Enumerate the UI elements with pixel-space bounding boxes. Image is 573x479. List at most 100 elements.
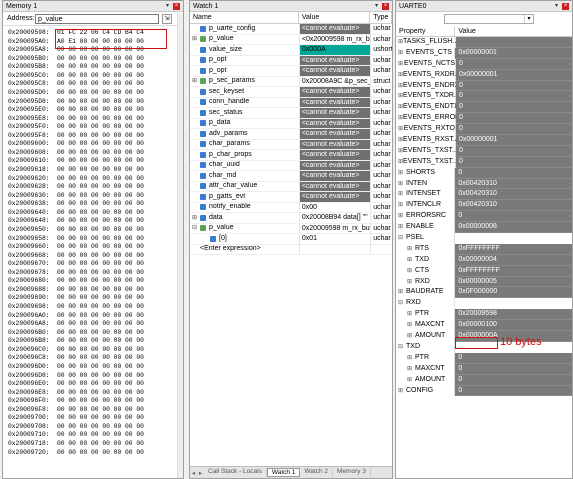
pin-icon[interactable]: ▾ [164, 3, 171, 10]
column-type[interactable]: Type [370, 12, 392, 23]
watch-row[interactable]: [0] 0x01 uchar [190, 234, 392, 245]
tab-watch-2[interactable]: Watch 2 [300, 468, 334, 477]
memory-row[interactable]: 0x20009660: 00 00 00 00 00 00 00 00 [8, 243, 183, 252]
watch-row[interactable]: value_size 0x000A ushort [190, 45, 392, 56]
memory-row[interactable]: 0x200096C8: 00 00 00 00 00 00 00 00 [8, 354, 183, 363]
collapse-icon[interactable]: ⊟ [192, 224, 200, 234]
register-row[interactable]: ⊞ EVENTS_NCTS 0 [396, 58, 572, 70]
watch-row[interactable]: adv_params <cannot evaluate> uchar [190, 129, 392, 140]
register-value[interactable]: 0 [456, 113, 572, 125]
register-row[interactable]: ⊞ EVENTS_ENDRX 0 [396, 80, 572, 92]
watch-value[interactable]: <cannot evaluate> [298, 97, 371, 107]
register-value[interactable]: 0 [456, 102, 572, 114]
expand-icon[interactable]: ⊞ [407, 277, 415, 288]
memory-row[interactable]: 0x20009628: 00 00 00 00 00 00 00 00 [8, 183, 183, 192]
memory-row[interactable]: 0x200096E0: 00 00 00 00 00 00 00 00 [8, 380, 183, 389]
register-row[interactable]: ⊞ INTENCLR 0x00420310 [396, 200, 572, 212]
memory-row[interactable]: 0x200095E0: 00 00 00 00 00 00 00 00 [8, 106, 183, 115]
register-value[interactable]: 0x00000001 [455, 47, 572, 59]
expand-icon[interactable]: ⊞ [407, 255, 415, 266]
watch-value[interactable]: 0x20008A9C &p_sec_p... [298, 76, 370, 86]
memory-row[interactable]: 0x200096F0: 00 00 00 00 00 00 00 00 [8, 397, 183, 406]
column-property[interactable]: Property [396, 26, 456, 36]
collapse-icon[interactable]: ⊟ [398, 342, 406, 353]
watch-row[interactable]: sec_keyset <cannot evaluate> uchar [190, 87, 392, 98]
watch-row[interactable]: p_opt <cannot evaluate> uchar [190, 55, 392, 66]
memory-row[interactable]: 0x20009708: 00 00 00 00 00 00 00 00 [8, 423, 183, 432]
register-value[interactable]: 0 [455, 374, 572, 386]
register-row[interactable]: ⊞ SHORTS 0 [396, 167, 572, 179]
expand-icon[interactable]: ⊞ [398, 222, 406, 233]
watch-value[interactable]: 0x000A [298, 45, 371, 55]
expand-icon[interactable]: ⊞ [398, 168, 406, 179]
memory-row[interactable]: 0x20009698: 00 00 00 00 00 00 00 00 [8, 303, 183, 312]
watch-value[interactable]: <cannot evaluate> [298, 108, 371, 118]
register-value[interactable]: 0x00420310 [455, 178, 572, 190]
watch-value[interactable]: <cannot evaluate> [298, 181, 371, 191]
register-value[interactable]: 0x20009598 [455, 309, 572, 321]
memory-row[interactable]: 0x200095E8: 00 00 00 00 00 00 00 00 [8, 115, 183, 124]
memory-row[interactable]: 0x200096F8: 00 00 00 00 00 00 00 00 [8, 406, 183, 415]
watch-row[interactable]: p_char_props <cannot evaluate> uchar [190, 150, 392, 161]
expand-icon[interactable]: ⊞ [192, 35, 200, 45]
tab-scroll-left-icon[interactable]: ◂ [190, 469, 197, 477]
expand-icon[interactable]: ⊞ [398, 179, 406, 190]
watch-value[interactable]: <cannot evaluate> [298, 55, 371, 65]
register-row[interactable]: ⊟ RXD [396, 298, 572, 310]
watch-row[interactable]: p_gatts_evt <cannot evaluate> uchar [190, 192, 392, 203]
watch-row[interactable]: ⊞ data 0x20008B94 data[] "" uchar [190, 213, 392, 224]
watch-row[interactable]: ⊞ p_value <0x20009598 m_rx_buff...uchar [190, 34, 392, 45]
register-value[interactable]: 0 [455, 211, 572, 223]
go-to-address-icon[interactable]: ⇲ [162, 13, 172, 24]
watch-row[interactable]: conn_handle <cannot evaluate> uchar [190, 97, 392, 108]
memory-row[interactable]: 0x200096D8: 00 00 00 00 00 00 00 00 [8, 372, 183, 381]
expand-icon[interactable]: ⊞ [192, 77, 200, 87]
memory-row[interactable]: 0x20009648: 00 00 00 00 00 00 00 00 [8, 217, 183, 226]
register-value[interactable]: 0 [456, 156, 572, 168]
tab-memory-3[interactable]: Memory 3 [333, 468, 371, 477]
expand-icon[interactable]: ⊞ [407, 320, 415, 331]
register-value[interactable] [455, 233, 572, 244]
register-row[interactable]: ⊞ TASKS_FLUSH... [396, 37, 572, 48]
memory-row[interactable]: 0x20009678: 00 00 00 00 00 00 00 00 [8, 269, 183, 278]
watch-row[interactable]: p_uarte_config <cannot evaluate> uchar [190, 24, 392, 35]
register-value[interactable]: 0 [455, 167, 572, 179]
memory-row[interactable]: 0x20009720: 00 00 00 00 00 00 00 00 [8, 449, 183, 458]
watch-row[interactable]: sec_status <cannot evaluate> uchar [190, 108, 392, 119]
register-row[interactable]: ⊞ CONFIG 0 [396, 385, 572, 397]
memory-row[interactable]: 0x20009610: 00 00 00 00 00 00 00 00 [8, 157, 183, 166]
peripheral-select[interactable]: ▾ [444, 14, 534, 24]
register-value[interactable] [455, 298, 572, 310]
watch-value[interactable]: <cannot evaluate> [298, 139, 371, 149]
memory-row[interactable]: 0x20009618: 00 00 00 00 00 00 00 00 [8, 166, 183, 175]
tab-watch-1[interactable]: Watch 1 [266, 468, 301, 477]
memory-row[interactable]: 0x200096B0: 00 00 00 00 00 00 00 00 [8, 329, 183, 338]
register-row[interactable]: ⊞ ENABLE 0x00000008 [396, 222, 572, 234]
tab-call-stack-locals[interactable]: Call Stack - Locals [204, 468, 267, 477]
register-value[interactable]: 0 [456, 145, 572, 157]
address-input[interactable]: p_value [35, 13, 159, 24]
watch-row[interactable]: ⊟ p_value 0x20009598 m_rx_buff...uchar [190, 223, 392, 234]
memory-row[interactable]: 0x200096C0: 00 00 00 00 00 00 00 00 [8, 346, 183, 355]
register-value[interactable]: 0x0F000000 [455, 287, 572, 299]
watch-value[interactable]: <0x20009598 m_rx_buff... [298, 34, 370, 44]
register-row[interactable]: ⊞ EVENTS_TXST... 0 [396, 145, 572, 157]
memory-row[interactable]: 0x200095B0: 00 00 00 00 00 00 00 00 [8, 55, 183, 64]
register-row[interactable]: ⊞ EVENTS_CTS 0x00000001 [396, 47, 572, 59]
collapse-icon[interactable]: ⊟ [398, 298, 406, 309]
watch-value[interactable]: <cannot evaluate> [298, 66, 371, 76]
expand-icon[interactable]: ⊞ [407, 375, 415, 386]
memory-row[interactable]: 0x20009620: 00 00 00 00 00 00 00 00 [8, 175, 183, 184]
memory-row[interactable]: 0x200095B8: 00 00 00 00 00 00 00 00 [8, 63, 183, 72]
register-value[interactable]: 0x00000005 [455, 276, 572, 288]
register-value[interactable]: 0x00000100 [455, 320, 572, 332]
expand-icon[interactable]: ⊞ [407, 353, 415, 364]
memory-row[interactable]: 0x200095C0: 00 00 00 00 00 00 00 00 [8, 72, 183, 81]
close-icon[interactable]: × [382, 2, 389, 10]
memory-row[interactable]: 0x20009658: 00 00 00 00 00 00 00 00 [8, 235, 183, 244]
watch-value[interactable]: 0x00 [298, 202, 370, 212]
memory-row[interactable]: 0x20009650: 00 00 00 00 00 00 00 00 [8, 226, 183, 235]
close-icon[interactable]: × [173, 2, 180, 10]
watch-value[interactable]: <cannot evaluate> [298, 129, 371, 139]
expand-icon[interactable]: ⊞ [192, 213, 200, 223]
